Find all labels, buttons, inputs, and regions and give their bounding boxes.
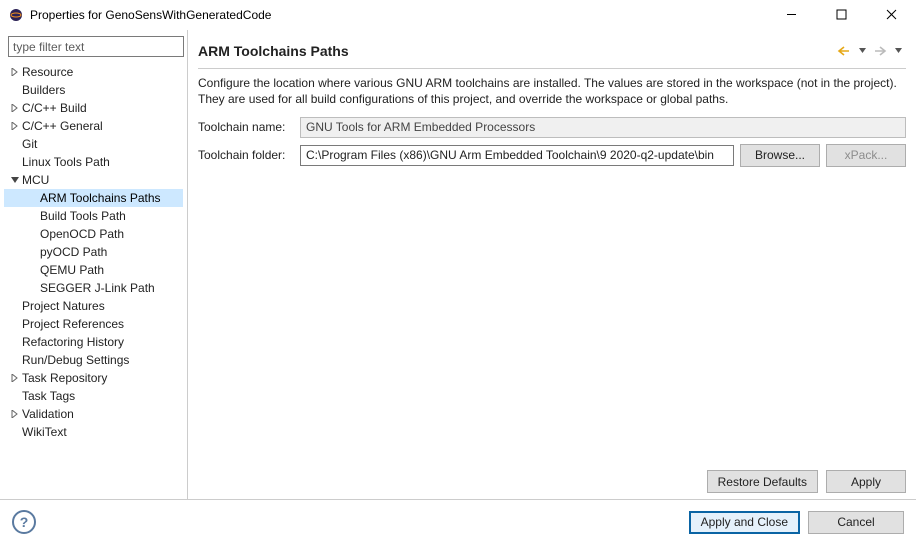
tree-item-label: OpenOCD Path <box>40 227 124 241</box>
tree-item[interactable]: SEGGER J-Link Path <box>4 279 183 297</box>
tree-item[interactable]: Run/Debug Settings <box>4 351 183 369</box>
right-panel: ARM Toolchains Paths Configure the locat… <box>188 30 916 499</box>
tree-twisty-icon[interactable] <box>8 104 22 112</box>
close-button[interactable] <box>872 1 910 29</box>
toolchain-name-row: Toolchain name: GNU Tools for ARM Embedd… <box>198 115 906 139</box>
tree-item-label: QEMU Path <box>40 263 104 277</box>
tree-twisty-icon[interactable] <box>8 176 22 184</box>
tree-item-label: SEGGER J-Link Path <box>40 281 155 295</box>
right-bottom-buttons: Restore Defaults Apply <box>198 464 906 493</box>
tree-item[interactable]: Linux Tools Path <box>4 153 183 171</box>
tree-item[interactable]: Builders <box>4 81 183 99</box>
restore-defaults-button[interactable]: Restore Defaults <box>707 470 818 493</box>
page-heading: ARM Toolchains Paths <box>198 43 836 59</box>
nav-arrows <box>836 43 906 59</box>
eclipse-icon <box>8 7 24 23</box>
tree-item-label: Git <box>22 137 37 151</box>
tree-item-label: WikiText <box>22 425 67 439</box>
tree-item-label: Task Tags <box>22 389 75 403</box>
apply-and-close-button[interactable]: Apply and Close <box>689 511 800 534</box>
tree-item[interactable]: Resource <box>4 63 183 81</box>
browse-button[interactable]: Browse... <box>740 144 820 167</box>
page-description: Configure the location where various GNU… <box>198 75 906 107</box>
minimize-button[interactable] <box>772 1 810 29</box>
tree-item[interactable]: ARM Toolchains Paths <box>4 189 183 207</box>
tree-item-label: pyOCD Path <box>40 245 107 259</box>
maximize-button[interactable] <box>822 1 860 29</box>
tree-twisty-icon[interactable] <box>8 122 22 130</box>
titlebar: Properties for GenoSensWithGeneratedCode <box>0 0 916 30</box>
tree-item[interactable]: Project Natures <box>4 297 183 315</box>
left-panel: Resource Builders C/C++ Build C/C++ General… <box>0 30 188 499</box>
filter-input[interactable] <box>8 36 184 57</box>
toolchain-folder-field[interactable]: C:\Program Files (x86)\GNU Arm Embedded … <box>300 145 734 166</box>
apply-button[interactable]: Apply <box>826 470 906 493</box>
heading-row: ARM Toolchains Paths <box>198 36 906 66</box>
tree-twisty-icon[interactable] <box>8 68 22 76</box>
forward-arrow-icon[interactable] <box>872 43 888 59</box>
tree-item-label: Resource <box>22 65 73 79</box>
tree-item[interactable]: Task Tags <box>4 387 183 405</box>
tree-item[interactable]: Git <box>4 135 183 153</box>
tree-item[interactable]: Project References <box>4 315 183 333</box>
back-arrow-icon[interactable] <box>836 43 852 59</box>
tree-item-label: Builders <box>22 83 65 97</box>
tree-item-label: Run/Debug Settings <box>22 353 129 367</box>
form-spacer <box>198 171 906 464</box>
toolchain-folder-row: Toolchain folder: C:\Program Files (x86)… <box>198 143 906 167</box>
tree-twisty-icon[interactable] <box>8 374 22 382</box>
window-title: Properties for GenoSensWithGeneratedCode <box>30 8 772 22</box>
tree-item[interactable]: QEMU Path <box>4 261 183 279</box>
tree-item-label: C/C++ General <box>22 119 103 133</box>
tree-item-label: Project Natures <box>22 299 105 313</box>
toolchain-name-field: GNU Tools for ARM Embedded Processors <box>300 117 906 138</box>
xpack-button: xPack... <box>826 144 906 167</box>
tree-item-label: Project References <box>22 317 124 331</box>
tree[interactable]: Resource Builders C/C++ Build C/C++ General… <box>4 61 183 495</box>
toolchain-folder-label: Toolchain folder: <box>198 148 294 162</box>
tree-item-label: Validation <box>22 407 74 421</box>
tree-item[interactable]: OpenOCD Path <box>4 225 183 243</box>
help-icon[interactable]: ? <box>12 510 36 534</box>
tree-item[interactable]: Refactoring History <box>4 333 183 351</box>
tree-item[interactable]: C/C++ Build <box>4 99 183 117</box>
tree-item[interactable]: C/C++ General <box>4 117 183 135</box>
tree-item-label: Build Tools Path <box>40 209 126 223</box>
tree-item[interactable]: MCU <box>4 171 183 189</box>
toolchain-name-label: Toolchain name: <box>198 120 294 134</box>
window-buttons <box>772 1 910 29</box>
footer: ? Apply and Close Cancel <box>0 500 916 543</box>
tree-item-label: ARM Toolchains Paths <box>40 191 161 205</box>
tree-item[interactable]: pyOCD Path <box>4 243 183 261</box>
forward-menu-icon[interactable] <box>890 43 906 59</box>
heading-separator <box>198 68 906 69</box>
tree-item-label: C/C++ Build <box>22 101 87 115</box>
tree-item-label: MCU <box>22 173 49 187</box>
tree-twisty-icon[interactable] <box>8 410 22 418</box>
tree-item[interactable]: Build Tools Path <box>4 207 183 225</box>
tree-item[interactable]: Task Repository <box>4 369 183 387</box>
tree-item-label: Refactoring History <box>22 335 124 349</box>
tree-item[interactable]: WikiText <box>4 423 183 441</box>
body: Resource Builders C/C++ Build C/C++ General… <box>0 30 916 499</box>
tree-item-label: Task Repository <box>22 371 107 385</box>
cancel-button[interactable]: Cancel <box>808 511 904 534</box>
tree-item-label: Linux Tools Path <box>22 155 110 169</box>
back-menu-icon[interactable] <box>854 43 870 59</box>
tree-item[interactable]: Validation <box>4 405 183 423</box>
